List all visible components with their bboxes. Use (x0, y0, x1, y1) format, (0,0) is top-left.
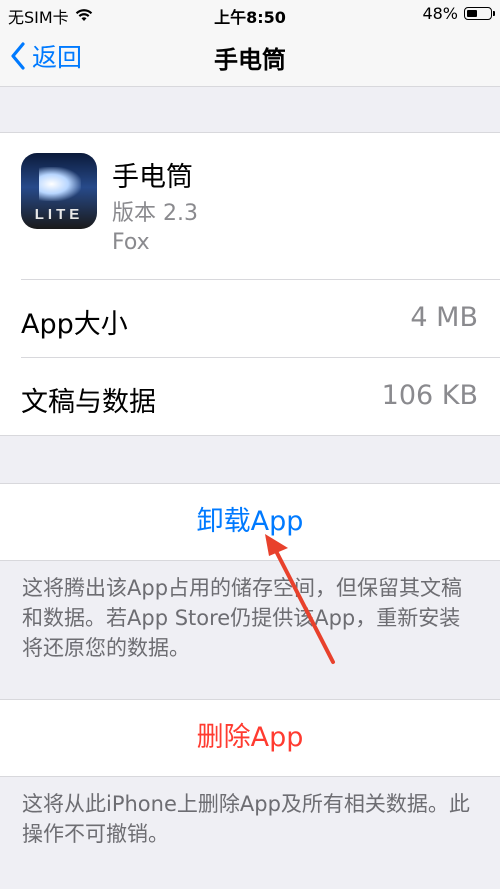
delete-app-button[interactable]: 删除App (0, 699, 500, 777)
status-right: 48% (422, 4, 495, 23)
app-size-label: App大小 (21, 309, 128, 340)
delete-description: 这将从此iPhone上删除App及所有相关数据。此操作不可撤销。 (22, 792, 470, 846)
app-info-group: LITE 手电筒 版本 2.3 Fox App大小 4 MB 文稿与数据 106… (0, 132, 500, 436)
app-developer: Fox (112, 230, 150, 255)
documents-data-row: 文稿与数据 106 KB (21, 357, 500, 436)
app-version: 版本 2.3 (112, 201, 198, 226)
app-size-row: App大小 4 MB (21, 279, 500, 358)
flashlight-beam-icon (39, 167, 81, 201)
app-size-value: 4 MB (410, 302, 478, 333)
status-bar: 无SIM卡 上午8:50 48% (0, 0, 500, 30)
app-name: 手电筒 (112, 162, 193, 193)
page-title: 手电筒 (214, 46, 286, 74)
app-icon-text: LITE (34, 206, 84, 223)
navigation-bar: 返回 手电筒 (0, 30, 500, 87)
battery-icon (464, 7, 495, 20)
documents-data-label: 文稿与数据 (21, 387, 156, 418)
battery-percent: 48% (422, 4, 458, 23)
offload-app-button[interactable]: 卸载App (0, 483, 500, 561)
flashlight-app-icon: LITE (21, 153, 97, 229)
documents-data-value: 106 KB (381, 380, 478, 411)
battery-fill (467, 10, 477, 17)
offload-description: 这将腾出该App占用的储存空间，但保留其文稿和数据。若App Store仍提供该… (22, 576, 463, 660)
